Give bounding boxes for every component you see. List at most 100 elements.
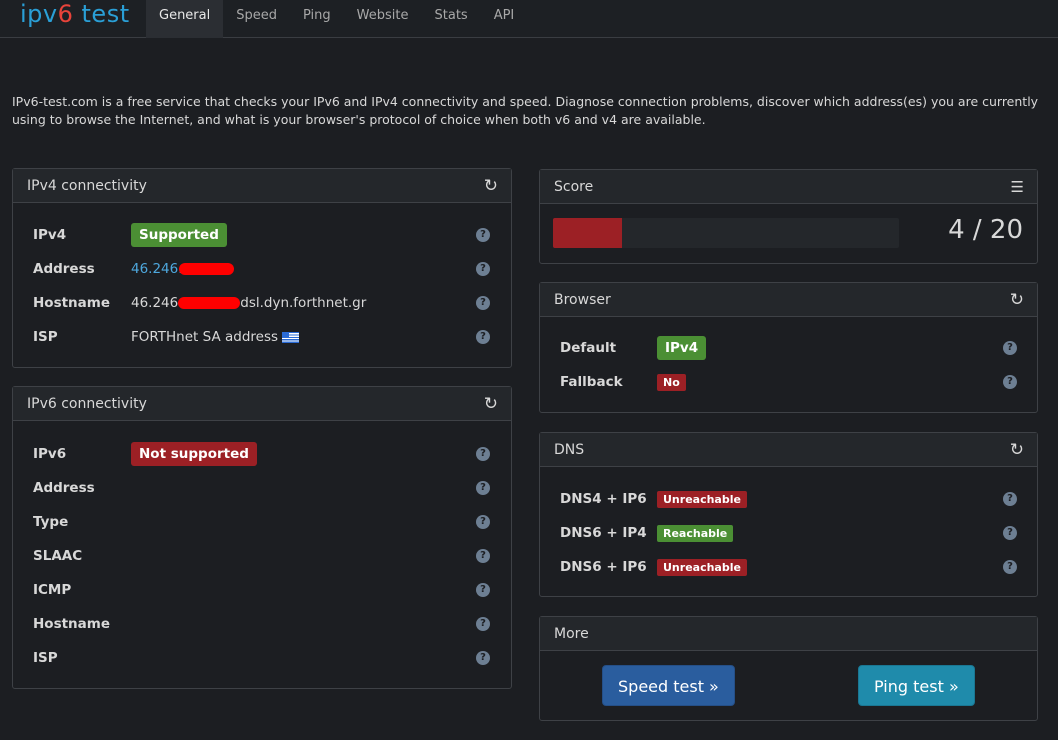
more-panel-header: More [540, 617, 1037, 651]
isp-label: ISP [33, 329, 58, 345]
dns6-ip4-label: DNS6 + IP4 [560, 525, 647, 541]
help-icon[interactable]: ? [476, 447, 490, 461]
ipv6-row-status: IPv6 Not supported ? [13, 442, 511, 466]
ipv4-panel-header: IPv4 connectivity ↻ [13, 169, 511, 203]
nav-general[interactable]: General [146, 0, 224, 38]
ipv6-row-slaac: SLAAC ? [13, 544, 511, 568]
logo-text-ipv: ipv [20, 0, 58, 28]
ping-test-button[interactable]: Ping test » [858, 665, 975, 706]
address-label: Address [33, 480, 95, 496]
help-icon[interactable]: ? [476, 228, 490, 242]
ipv6-row-hostname: Hostname ? [13, 612, 511, 636]
help-icon[interactable]: ? [1003, 526, 1017, 540]
browser-panel: Browser ↻ Default IPv4 ? Fallback No ? [539, 282, 1038, 413]
help-icon[interactable]: ? [476, 515, 490, 529]
ipv6-row-address: Address ? [13, 476, 511, 500]
ipv4-supported-badge: Supported [131, 223, 227, 247]
nav-website[interactable]: Website [344, 0, 422, 38]
ipv6-row-type: Type ? [13, 510, 511, 534]
help-icon[interactable]: ? [476, 262, 490, 276]
redaction-mark [178, 297, 241, 309]
logo-text-test: test [73, 0, 130, 28]
main-nav: General Speed Ping Website Stats API [146, 0, 527, 38]
refresh-icon[interactable]: ↻ [484, 387, 498, 421]
default-label: Default [560, 340, 617, 356]
help-icon[interactable]: ? [1003, 560, 1017, 574]
browser-panel-header: Browser ↻ [540, 283, 1037, 317]
refresh-icon[interactable]: ↻ [1010, 433, 1024, 467]
ipv4-row-isp: ISP FORTHnet SA address ? [13, 325, 511, 349]
isp-label: ISP [33, 650, 58, 666]
address-label: Address [33, 261, 95, 277]
greece-flag-icon [282, 331, 300, 343]
help-icon[interactable]: ? [476, 651, 490, 665]
dns-row-dns4-ip6: DNS4 + IP6 Unreachable ? [540, 487, 1037, 511]
ipv4-label: IPv4 [33, 227, 67, 243]
speed-test-button[interactable]: Speed test » [602, 665, 735, 706]
dns-row-dns6-ip6: DNS6 + IP6 Unreachable ? [540, 555, 1037, 579]
score-progress-fill [553, 218, 623, 248]
redaction-mark [178, 263, 234, 275]
ipv6-row-icmp: ICMP ? [13, 578, 511, 602]
list-icon[interactable]: ☰ [1011, 170, 1024, 204]
ipv4-panel-title: IPv4 connectivity [27, 178, 147, 194]
dns-panel: DNS ↻ DNS4 + IP6 Unreachable ? DNS6 + IP… [539, 432, 1038, 597]
help-icon[interactable]: ? [476, 549, 490, 563]
hostname-value-prefix: 46.246 [131, 295, 179, 311]
logo-text-6: 6 [57, 0, 74, 28]
browser-row-default: Default IPv4 ? [540, 336, 1037, 360]
ipv4-row-address: Address 46.246. ? [13, 257, 511, 281]
help-icon[interactable]: ? [476, 481, 490, 495]
fallback-label: Fallback [560, 374, 623, 390]
ipv6-label: IPv6 [33, 446, 67, 462]
help-icon[interactable]: ? [476, 330, 490, 344]
hostname-label: Hostname [33, 295, 111, 311]
type-label: Type [33, 514, 69, 530]
ipv4-panel: IPv4 connectivity ↻ IPv4 Supported ? Add… [12, 168, 512, 368]
ipv6-panel-header: IPv6 connectivity ↻ [13, 387, 511, 421]
site-logo[interactable]: ipv6 test [20, 0, 130, 34]
more-panel: More Speed test » Ping test » [539, 616, 1038, 721]
ipv4-address-link[interactable]: 46.246. [131, 261, 183, 277]
ipv4-row-status: IPv4 Supported ? [13, 223, 511, 247]
score-panel-title: Score [554, 179, 594, 195]
fallback-no-badge: No [657, 374, 686, 391]
score-panel-header: Score ☰ [540, 170, 1037, 204]
dns4-ip6-label: DNS4 + IP6 [560, 491, 647, 507]
hostname-value-suffix: dsl.dyn.forthnet.gr [240, 295, 367, 311]
nav-speed[interactable]: Speed [223, 0, 290, 38]
ipv6-row-isp: ISP ? [13, 646, 511, 670]
isp-value: FORTHnet SA address [131, 329, 279, 345]
more-panel-title: More [554, 626, 589, 642]
intro-text: IPv6-test.com is a free service that che… [12, 94, 1039, 127]
score-progress-bar [553, 218, 899, 248]
ipv6-panel-title: IPv6 connectivity [27, 396, 147, 412]
nav-stats[interactable]: Stats [422, 0, 481, 38]
help-icon[interactable]: ? [476, 583, 490, 597]
help-icon[interactable]: ? [1003, 492, 1017, 506]
help-icon[interactable]: ? [1003, 375, 1017, 389]
dns-row-dns6-ip4: DNS6 + IP4 Reachable ? [540, 521, 1037, 545]
refresh-icon[interactable]: ↻ [1010, 283, 1024, 317]
browser-row-fallback: Fallback No ? [540, 370, 1037, 394]
default-ipv4-badge: IPv4 [657, 336, 707, 360]
nav-ping[interactable]: Ping [290, 0, 344, 38]
dns-panel-header: DNS ↻ [540, 433, 1037, 467]
browser-panel-title: Browser [554, 292, 611, 308]
ipv6-not-supported-badge: Not supported [131, 442, 257, 466]
help-icon[interactable]: ? [476, 296, 490, 310]
score-value: 4 / 20 [948, 215, 1023, 245]
dns6-ip4-badge: Reachable [657, 525, 734, 542]
dns-panel-title: DNS [554, 442, 585, 458]
help-icon[interactable]: ? [1003, 341, 1017, 355]
score-panel: Score ☰ 4 / 20 [539, 169, 1038, 264]
nav-api[interactable]: API [481, 0, 528, 38]
navbar: ipv6 test General Speed Ping Website Sta… [0, 0, 1058, 38]
refresh-icon[interactable]: ↻ [484, 169, 498, 203]
dns6-ip6-badge: Unreachable [657, 559, 747, 576]
hostname-label: Hostname [33, 616, 111, 632]
help-icon[interactable]: ? [476, 617, 490, 631]
icmp-label: ICMP [33, 582, 72, 598]
ipv6-panel: IPv6 connectivity ↻ IPv6 Not supported ?… [12, 386, 512, 689]
dns6-ip6-label: DNS6 + IP6 [560, 559, 647, 575]
